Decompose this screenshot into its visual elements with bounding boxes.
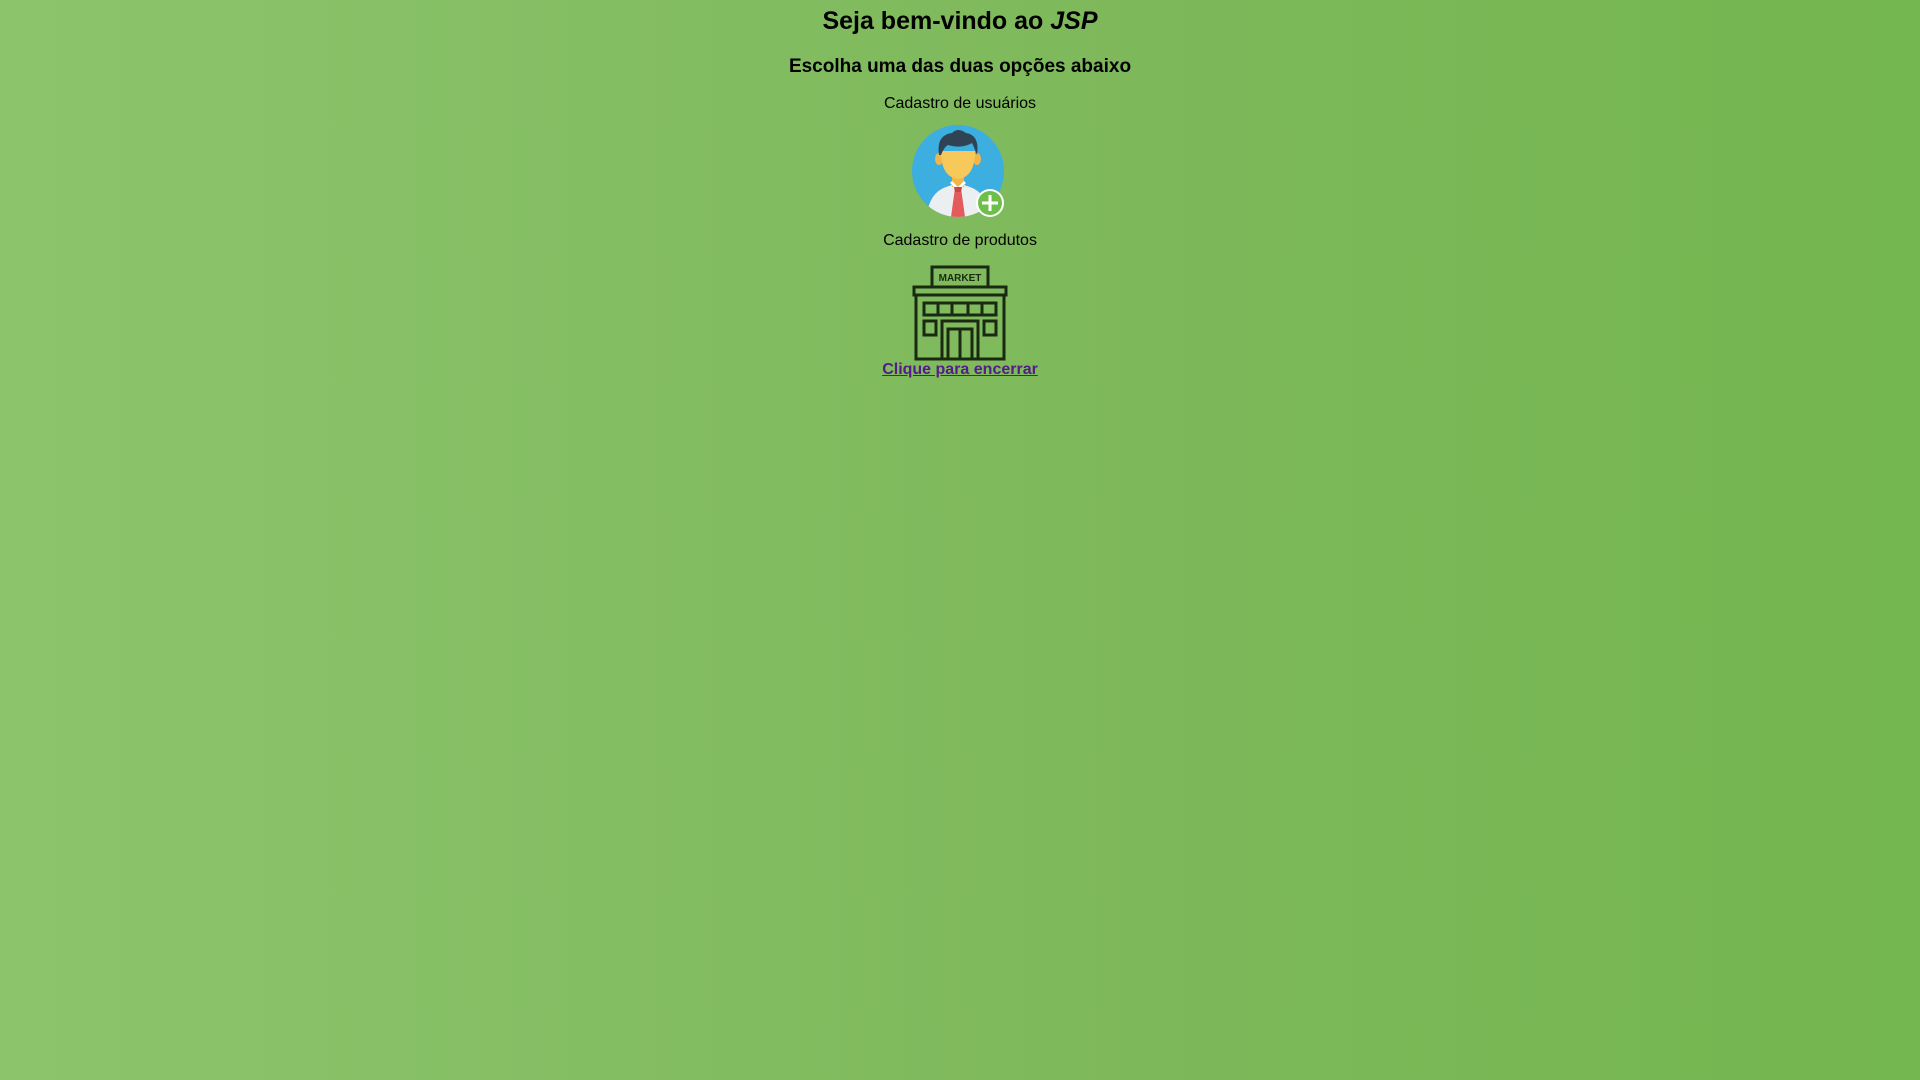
market-store-icon[interactable]: MARKET: [912, 265, 1008, 361]
page-title-prefix: Seja bem-vindo ao: [822, 7, 1051, 35]
logout-link[interactable]: Clique para encerrar: [882, 361, 1038, 379]
user-add-icon[interactable]: [912, 125, 1008, 221]
market-sign-text: MARKET: [939, 273, 982, 284]
page-title-emphasis: JSP: [1050, 7, 1098, 35]
product-registration-link[interactable]: MARKET: [0, 265, 1920, 361]
page-container: Seja bem-vindo ao JSP Escolha uma das du…: [0, 0, 1920, 379]
product-registration-label: Cadastro de produtos: [883, 232, 1037, 249]
page-title: Seja bem-vindo ao JSP: [0, 0, 1920, 34]
page-subtitle: Escolha uma das duas opções abaixo: [788, 56, 1132, 77]
user-registration-label: Cadastro de usuários: [883, 95, 1037, 112]
user-registration-link[interactable]: [0, 125, 1920, 221]
